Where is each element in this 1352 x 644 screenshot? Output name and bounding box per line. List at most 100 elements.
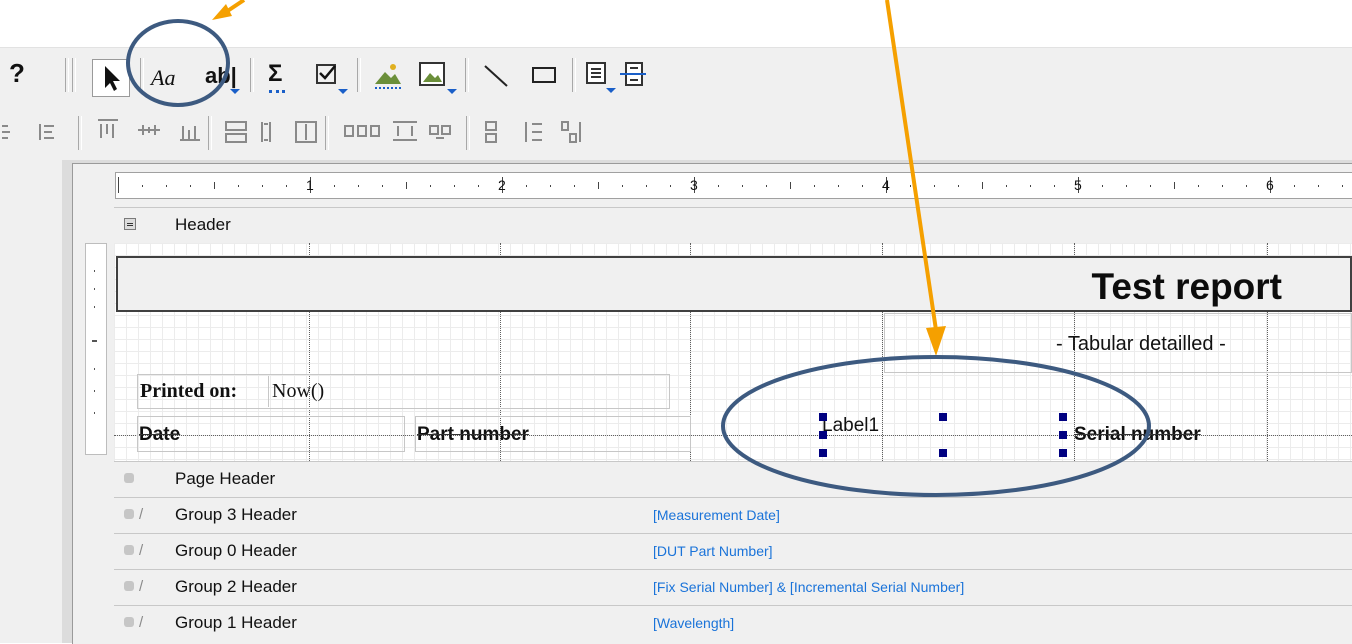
ruler-tick [838, 185, 839, 187]
selection-handle[interactable] [939, 449, 947, 457]
ruler-tick [142, 185, 143, 187]
edit-expression-icon[interactable]: / [139, 542, 143, 559]
top-blank [0, 0, 1352, 47]
ruler-number: 5 [1074, 177, 1082, 193]
group-expression: [Wavelength] [653, 615, 735, 631]
report-title[interactable]: Test report [1091, 266, 1282, 308]
textbox-tool-icon[interactable]: ab| [205, 63, 237, 89]
edit-expression-icon[interactable]: / [139, 578, 143, 595]
section-header-band[interactable]: Header [114, 207, 1352, 243]
ruler-tick [526, 185, 527, 187]
ruler-tick [382, 185, 383, 187]
ruler-tick [214, 182, 215, 189]
ruler-tick [1030, 185, 1031, 187]
page-break-tool-icon[interactable] [618, 60, 648, 90]
toolbar-separator [140, 58, 144, 92]
section-toggle-icon[interactable] [124, 617, 134, 627]
ruler-tick [598, 182, 599, 189]
ruler-tick [1198, 185, 1199, 187]
ruler-tick [454, 185, 455, 187]
ruler-tick [1294, 185, 1295, 187]
picture-frame-tool-icon[interactable] [418, 60, 448, 90]
checkbox-tool-icon[interactable] [316, 64, 336, 84]
toolbar-separator [466, 116, 470, 150]
sum-underline-icon [269, 90, 285, 96]
selection-handle[interactable] [1059, 413, 1067, 421]
section-toggle-icon[interactable] [124, 473, 134, 483]
section-group-header-band[interactable]: / Group 3 Header [Measurement Date] [114, 497, 1352, 533]
section-menu-icon[interactable] [124, 218, 136, 230]
toolbar-separator [65, 58, 69, 92]
horizontal-ruler: 1 2 3 4 5 6 [115, 172, 1352, 199]
serial-number-column-header[interactable]: Serial number [1074, 424, 1201, 446]
dropdown-arrow-icon[interactable] [606, 88, 616, 93]
selection-handle[interactable] [1059, 449, 1067, 457]
ruler-tick [286, 185, 287, 187]
ruler-tick [766, 185, 767, 187]
ruler-tick [646, 185, 647, 187]
ruler-tick [574, 185, 575, 187]
ruler-ticks: 1 2 3 4 5 6 [118, 177, 1343, 193]
section-group-header-band[interactable]: / Group 2 Header [Fix Serial Number] & [… [114, 569, 1352, 605]
part-number-column-header[interactable]: Part number [417, 424, 529, 446]
selection-handle[interactable] [819, 431, 827, 439]
pointer-arrow-icon [105, 66, 120, 91]
dropdown-arrow-icon[interactable] [338, 89, 348, 94]
selection-handle[interactable] [819, 449, 827, 457]
ruler-tick [118, 177, 119, 193]
rectangle-tool-icon[interactable] [530, 64, 560, 88]
edit-expression-icon[interactable]: / [139, 506, 143, 523]
ruler-tick [958, 185, 959, 187]
dropdown-arrow-icon[interactable] [230, 89, 240, 94]
section-toggle-icon[interactable] [124, 509, 134, 519]
ruler-tick [910, 185, 911, 187]
selection-handle[interactable] [939, 413, 947, 421]
ruler-tick [982, 182, 983, 189]
ruler-tick [1222, 185, 1223, 187]
section-toggle-icon[interactable] [124, 545, 134, 555]
toolbar-separator [208, 116, 212, 150]
date-column-header[interactable]: Date [139, 424, 180, 446]
ruler-tick [670, 185, 671, 187]
ruler-tick [1006, 185, 1007, 187]
image-tool-icon[interactable] [373, 60, 403, 90]
report-subtitle[interactable]: - Tabular detailled - [1056, 333, 1226, 356]
pointer-tool-button[interactable] [92, 59, 130, 97]
line-tool-icon[interactable] [482, 63, 512, 89]
ruler-number: 6 [1266, 177, 1274, 193]
ruler-number: 3 [690, 177, 698, 193]
ruler-tick [334, 185, 335, 187]
ruler-tick [718, 185, 719, 187]
section-group-header-band[interactable]: / Group 0 Header [DUT Part Number] [114, 533, 1352, 569]
ruler-tick [1150, 185, 1151, 187]
alignment-tool-icons [2, 119, 581, 143]
section-toggle-icon[interactable] [124, 581, 134, 591]
dropdown-arrow-icon[interactable] [447, 89, 457, 94]
ruler-tick [478, 185, 479, 187]
toolbar-separator [357, 58, 361, 92]
help-icon[interactable]: ? [9, 58, 25, 89]
edit-expression-icon[interactable]: / [139, 614, 143, 631]
ruler-tick [622, 185, 623, 187]
group-header-label: Group 0 Header [175, 541, 297, 560]
section-group-header-band[interactable]: / Group 1 Header [Wavelength] [114, 605, 1352, 641]
selection-handle[interactable] [819, 413, 827, 421]
printed-on-label[interactable]: Printed on: [140, 380, 237, 403]
field-divider [268, 376, 269, 407]
sum-tool-icon[interactable]: Σ [268, 60, 282, 88]
selection-handle[interactable] [1059, 431, 1067, 439]
left-pane [0, 160, 63, 643]
alignment-toolbar [0, 104, 1352, 160]
label-tool-icon[interactable]: Aa [151, 65, 175, 91]
label1-text[interactable]: Label1 [822, 415, 879, 437]
subreport-tool-icon[interactable] [585, 60, 615, 90]
ruler-number: 1 [306, 177, 314, 193]
printed-on-value[interactable]: Now() [272, 380, 324, 403]
ruler-tick [190, 185, 191, 187]
section-page-header-band[interactable]: Page Header [114, 461, 1352, 497]
ruler-tick [814, 185, 815, 187]
toolbar-separator [465, 58, 469, 92]
group-expression: [Fix Serial Number] & [Incremental Seria… [653, 579, 965, 595]
ruler-tick [238, 185, 239, 187]
group-expression: [DUT Part Number] [653, 543, 773, 559]
